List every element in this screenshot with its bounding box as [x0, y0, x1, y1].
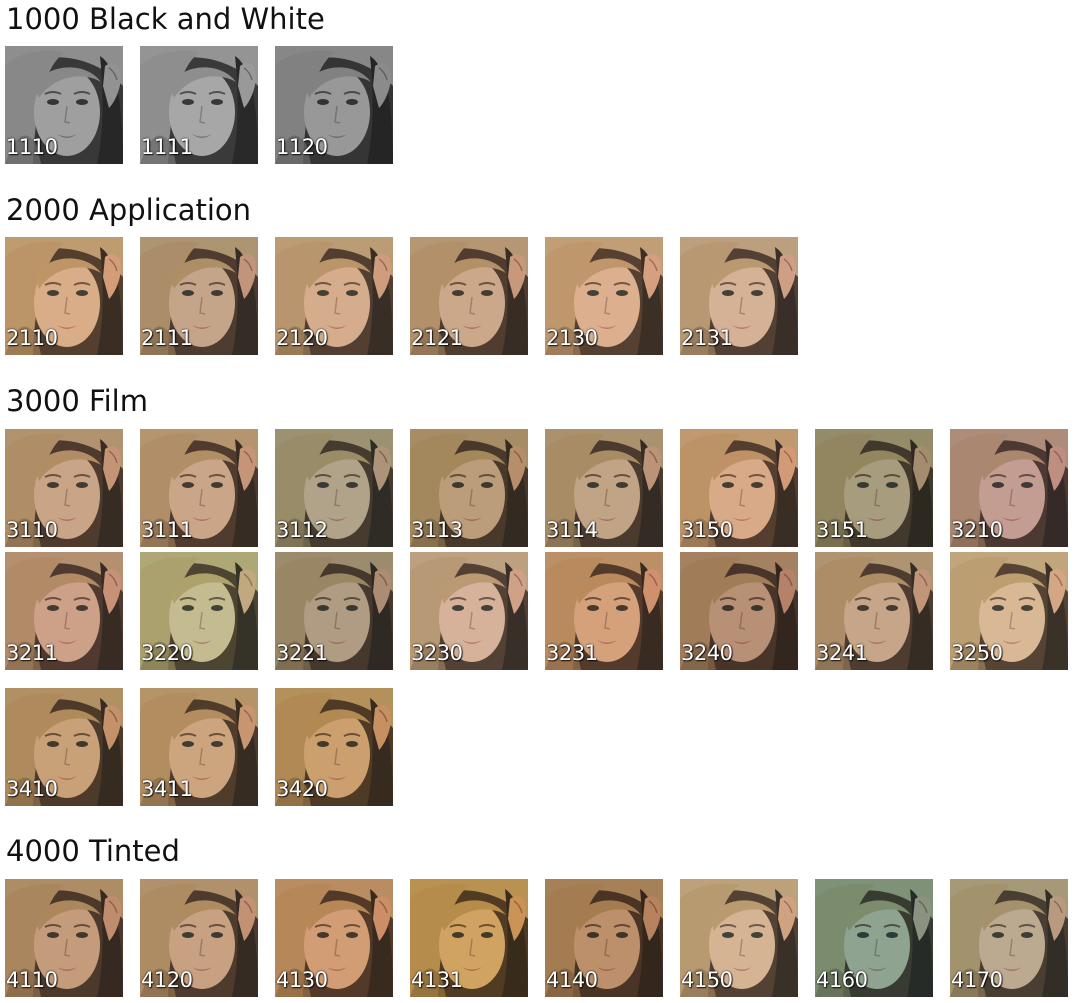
preset-thumbnail[interactable]: 2130 — [545, 237, 663, 355]
preset-code-label: 3411 — [141, 777, 193, 801]
preset-code-label: 3221 — [276, 641, 328, 665]
preset-code-label: 3110 — [6, 518, 58, 542]
preset-code-label: 4110 — [6, 968, 58, 992]
preset-thumbnail[interactable]: 3221 — [275, 552, 393, 670]
preset-code-label: 4170 — [951, 968, 1003, 992]
preset-thumbnail[interactable]: 3211 — [5, 552, 123, 670]
preset-code-label: 3240 — [681, 641, 733, 665]
preset-code-label: 2130 — [546, 326, 598, 350]
preset-thumbnail[interactable]: 3231 — [545, 552, 663, 670]
preset-thumbnail[interactable]: 3241 — [815, 552, 933, 670]
preset-code-label: 3113 — [411, 518, 463, 542]
preset-thumbnail[interactable]: 3110 — [5, 429, 123, 547]
preset-code-label: 4160 — [816, 968, 868, 992]
preset-code-label: 3241 — [816, 641, 868, 665]
preset-thumbnail[interactable]: 4131 — [410, 879, 528, 997]
preset-thumbnail[interactable]: 4120 — [140, 879, 258, 997]
section-title-film: 3000 Film — [6, 384, 148, 418]
preset-thumbnail[interactable]: 2131 — [680, 237, 798, 355]
preset-code-label: 3111 — [141, 518, 193, 542]
preset-thumbnail[interactable]: 2111 — [140, 237, 258, 355]
preset-thumbnail[interactable]: 3150 — [680, 429, 798, 547]
preset-thumbnail[interactable]: 3250 — [950, 552, 1068, 670]
preset-code-label: 4130 — [276, 968, 328, 992]
preset-thumbnail[interactable]: 4140 — [545, 879, 663, 997]
preset-thumbnail[interactable]: 2121 — [410, 237, 528, 355]
preset-thumbnail[interactable]: 1111 — [140, 46, 258, 164]
preset-thumbnail[interactable]: 3420 — [275, 688, 393, 806]
preset-thumbnail[interactable]: 3410 — [5, 688, 123, 806]
preset-thumbnail[interactable]: 3113 — [410, 429, 528, 547]
preset-thumbnail[interactable]: 1120 — [275, 46, 393, 164]
preset-code-label: 3250 — [951, 641, 1003, 665]
section-title-application: 2000 Application — [6, 193, 252, 227]
preset-thumbnail[interactable]: 3411 — [140, 688, 258, 806]
preset-thumbnail[interactable]: 4170 — [950, 879, 1068, 997]
preset-code-label: 3210 — [951, 518, 1003, 542]
preset-code-label: 4140 — [546, 968, 598, 992]
preset-thumbnail[interactable]: 3230 — [410, 552, 528, 670]
preset-thumbnail[interactable]: 1110 — [5, 46, 123, 164]
preset-code-label: 2111 — [141, 326, 193, 350]
preset-code-label: 1110 — [6, 135, 58, 159]
preset-code-label: 3211 — [6, 641, 58, 665]
preset-code-label: 1120 — [276, 135, 328, 159]
preset-thumbnail[interactable]: 4150 — [680, 879, 798, 997]
preset-thumbnail[interactable]: 3112 — [275, 429, 393, 547]
section-title-black-and-white: 1000 Black and White — [6, 2, 325, 36]
preset-thumbnail[interactable]: 4110 — [5, 879, 123, 997]
preset-thumbnail[interactable]: 3210 — [950, 429, 1068, 547]
preset-code-label: 3410 — [6, 777, 58, 801]
preset-thumbnail[interactable]: 4130 — [275, 879, 393, 997]
preset-thumbnail[interactable]: 3240 — [680, 552, 798, 670]
preset-code-label: 3230 — [411, 641, 463, 665]
preset-thumbnail[interactable]: 4160 — [815, 879, 933, 997]
preset-code-label: 1111 — [141, 135, 193, 159]
preset-thumbnail[interactable]: 2120 — [275, 237, 393, 355]
preset-code-label: 2120 — [276, 326, 328, 350]
preset-code-label: 4150 — [681, 968, 733, 992]
preset-code-label: 2121 — [411, 326, 463, 350]
preset-thumbnail[interactable]: 3220 — [140, 552, 258, 670]
preset-code-label: 4120 — [141, 968, 193, 992]
preset-code-label: 3112 — [276, 518, 328, 542]
preset-code-label: 3114 — [546, 518, 598, 542]
preset-code-label: 3150 — [681, 518, 733, 542]
preset-code-label: 2131 — [681, 326, 733, 350]
preset-code-label: 3231 — [546, 641, 598, 665]
preset-code-label: 3420 — [276, 777, 328, 801]
preset-code-label: 3151 — [816, 518, 868, 542]
preset-thumbnail[interactable]: 2110 — [5, 237, 123, 355]
preset-thumbnail[interactable]: 3114 — [545, 429, 663, 547]
preset-thumbnail[interactable]: 3151 — [815, 429, 933, 547]
preset-thumbnail[interactable]: 3111 — [140, 429, 258, 547]
preset-code-label: 4131 — [411, 968, 463, 992]
preset-code-label: 2110 — [6, 326, 58, 350]
section-title-tinted: 4000 Tinted — [6, 834, 180, 868]
preset-code-label: 3220 — [141, 641, 193, 665]
